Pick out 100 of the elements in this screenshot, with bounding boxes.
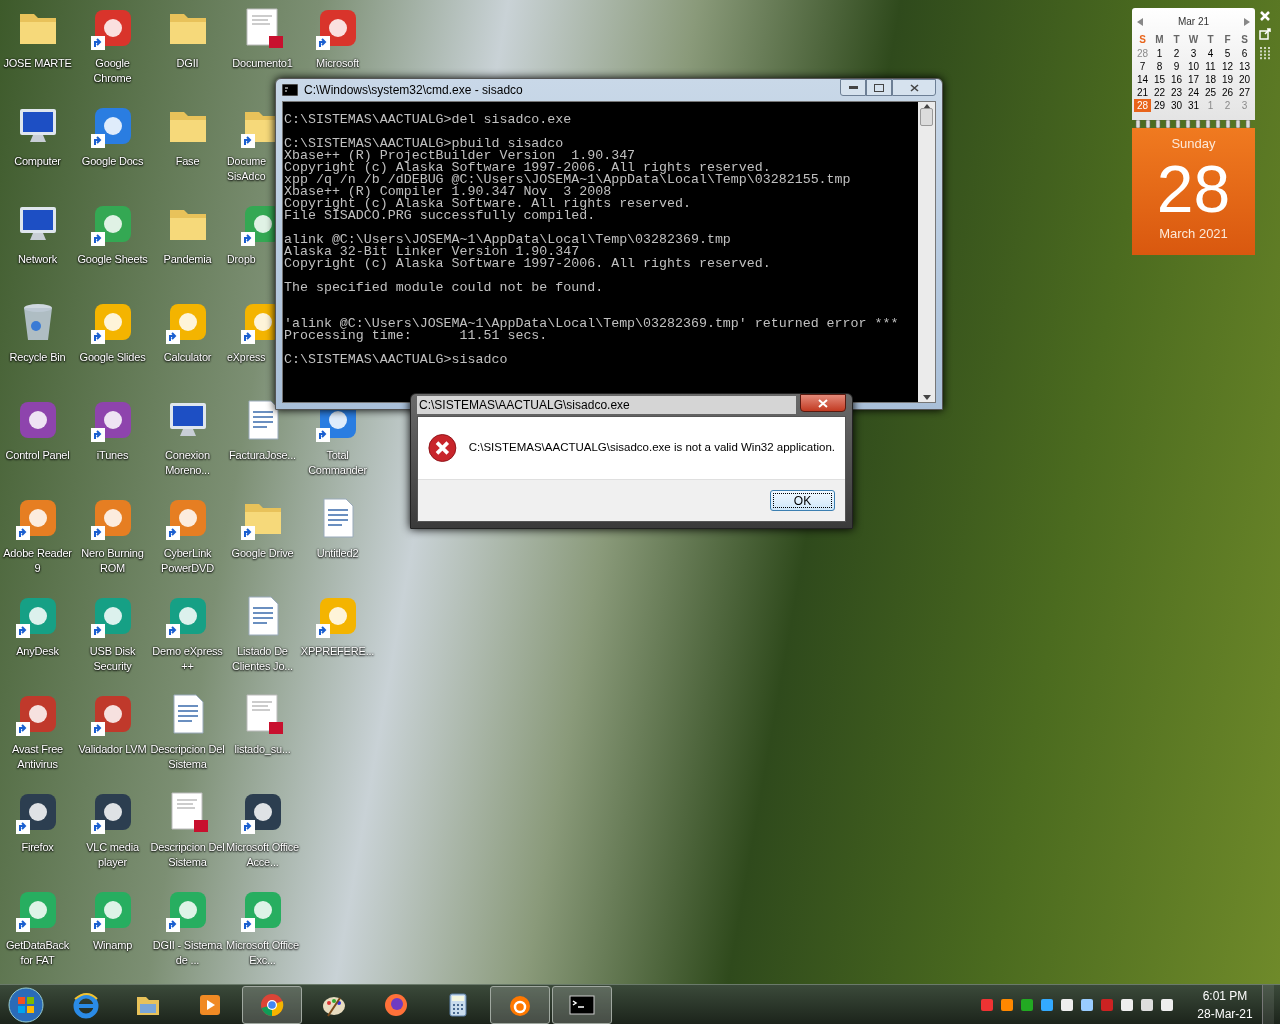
- show-desktop-button[interactable]: [1262, 984, 1274, 1024]
- icon-label[interactable]: Control Panel: [0, 448, 75, 463]
- calendar-day[interactable]: 28: [1134, 99, 1151, 112]
- calendar-day[interactable]: 1: [1151, 47, 1168, 60]
- icon-label[interactable]: Google Drive: [225, 546, 300, 561]
- icon-label[interactable]: Docume SisAdco: [225, 154, 273, 184]
- icon-label[interactable]: iTunes: [75, 448, 150, 463]
- calendar-day[interactable]: 15: [1151, 73, 1168, 86]
- taskbar-button[interactable]: [552, 985, 612, 1024]
- calendar-day[interactable]: 7: [1134, 60, 1151, 73]
- vertical-scrollbar[interactable]: [918, 102, 935, 402]
- icon-label[interactable]: Network: [0, 252, 75, 267]
- icon-label[interactable]: CyberLink PowerDVD: [150, 546, 225, 576]
- icon-label[interactable]: Nero Burning ROM: [75, 546, 150, 576]
- calendar-day[interactable]: 29: [1151, 99, 1168, 112]
- start-orb-icon[interactable]: [8, 986, 44, 1023]
- icon-label[interactable]: Descripcion Del Sistema: [150, 742, 225, 772]
- icon-label[interactable]: Computer: [0, 154, 75, 169]
- calendar-day[interactable]: 8: [1151, 60, 1168, 73]
- icon-label[interactable]: FacturaJose...: [225, 448, 300, 463]
- icon-label[interactable]: USB Disk Security: [75, 644, 150, 674]
- calendar-day[interactable]: 26: [1219, 86, 1236, 99]
- icon-label[interactable]: Google Slides: [75, 350, 150, 365]
- maximize-button[interactable]: [866, 79, 892, 96]
- calendar-day[interactable]: 28: [1134, 47, 1151, 60]
- calendar-day[interactable]: 24: [1185, 86, 1202, 99]
- calendar-day[interactable]: 5: [1219, 47, 1236, 60]
- calendar-day[interactable]: 2: [1168, 47, 1185, 60]
- error-message: C:\SISTEMAS\AACTUALG\sisadco.exe is not a valid Win32 application.: [468, 440, 835, 456]
- scrollbar-thumb[interactable]: [920, 108, 933, 126]
- icon-label[interactable]: Demo eXpress ++: [150, 644, 225, 674]
- clock-date[interactable]: 28-Mar-21: [1197, 1004, 1253, 1023]
- next-month-icon[interactable]: [1244, 17, 1250, 26]
- maximize-icon: [874, 83, 884, 92]
- calendar-day[interactable]: 10: [1185, 60, 1202, 73]
- icon-label[interactable]: JOSE MARTE: [0, 56, 75, 71]
- tray-icon[interactable]: [1080, 997, 1094, 1012]
- calendar-day[interactable]: 27: [1236, 86, 1253, 99]
- icon-label[interactable]: Calculator: [150, 350, 225, 365]
- calendar-day[interactable]: 30: [1168, 99, 1185, 112]
- icon-label[interactable]: Documento1: [225, 56, 300, 71]
- icon-label[interactable]: Pandemia: [150, 252, 225, 267]
- calendar-day[interactable]: 1: [1202, 99, 1219, 112]
- tray-icon[interactable]: [1160, 997, 1174, 1012]
- icon-label[interactable]: Google Sheets: [75, 252, 150, 267]
- tray-icon[interactable]: [1120, 997, 1134, 1012]
- close-button[interactable]: [800, 394, 846, 412]
- clock-time[interactable]: 6:01 PM: [1202, 986, 1248, 1005]
- icon-label[interactable]: Conexion Moreno...: [150, 448, 225, 478]
- calendar-day[interactable]: 2: [1219, 99, 1236, 112]
- icon-label[interactable]: Google Chrome: [75, 56, 150, 86]
- scroll-down-icon: [922, 395, 931, 400]
- calendar-day[interactable]: 25: [1202, 86, 1219, 99]
- icon-label[interactable]: GetDataBack for FAT: [0, 938, 75, 968]
- calendar-day[interactable]: 19: [1219, 73, 1236, 86]
- calendar-day[interactable]: 6: [1236, 47, 1253, 60]
- calendar-day[interactable]: 22: [1151, 86, 1168, 99]
- tray-icon[interactable]: [1140, 997, 1154, 1012]
- icon-label[interactable]: Descripcion Del Sistema: [150, 840, 225, 870]
- calendar-day[interactable]: 20: [1236, 73, 1253, 86]
- pop-out-icon[interactable]: [1259, 28, 1271, 40]
- taskbar-button[interactable]: [490, 985, 550, 1024]
- calendar-day[interactable]: 3: [1236, 99, 1253, 112]
- icon-label[interactable]: Google Docs: [75, 154, 150, 169]
- calendar-day[interactable]: 14: [1134, 73, 1151, 86]
- icon-label[interactable]: Winamp: [75, 938, 150, 953]
- icon-label[interactable]: eXpress: [225, 350, 273, 365]
- calendar-day[interactable]: 21: [1134, 86, 1151, 99]
- icon-label[interactable]: Adobe Reader 9: [0, 546, 75, 576]
- calendar-day[interactable]: 23: [1168, 86, 1185, 99]
- icon-label[interactable]: Avast Free Antivirus: [0, 742, 75, 772]
- calendar-day[interactable]: 18: [1202, 73, 1219, 86]
- calendar-day[interactable]: 17: [1185, 73, 1202, 86]
- close-icon[interactable]: [1259, 10, 1271, 22]
- icon-label[interactable]: Firefox: [0, 840, 75, 855]
- icon-label[interactable]: Dropb: [225, 252, 273, 267]
- icon-label[interactable]: Recycle Bin: [0, 350, 75, 365]
- icon-label[interactable]: DGII: [150, 56, 225, 71]
- calendar-day[interactable]: 31: [1185, 99, 1202, 112]
- minimize-button[interactable]: [840, 79, 866, 96]
- calendar-day[interactable]: 4: [1202, 47, 1219, 60]
- tray-icon[interactable]: [1040, 997, 1054, 1012]
- ok-button[interactable]: OK: [770, 490, 835, 511]
- calendar-day[interactable]: 11: [1202, 60, 1219, 73]
- icon-label[interactable]: AnyDesk: [0, 644, 75, 659]
- calendar-day[interactable]: 9: [1168, 60, 1185, 73]
- calendar-day[interactable]: 13: [1236, 60, 1253, 73]
- calendar-day[interactable]: 3: [1185, 47, 1202, 60]
- icon-label[interactable]: VLC media player: [75, 840, 150, 870]
- tray-icon[interactable]: [1000, 997, 1014, 1012]
- console-output: C:\SISTEMAS\AACTUALG>del sisadco.exe C:\SISTEMAS\AACTUALG>pbuild sisadco Xbase++ (R) ProjectBuilder Version 1.90.347 Copyright (c) Alaska Software 1997-2006. All rights reserved. xpp /q /n /b /dDEBUG @C:\Users\JOSEMA~1\AppData\Local\Temp\03282155.tmp Xbase++ (R) Compiler 1.90.347 Nov 3 2008 Copyright (c) Alaska Software. All rights reserved. File SISADCO.PRG successfully compiled. alink @C:\Users\JOSEMA~1\AppData\Local\Temp\03282369.tmp Alaska 32-Bit Linker Version 1.90.347 Copyright (c) Alaska Software 1997-2006. All rights reserved. The specified module could not be found. 'alink @C:\Users\JOSEMA~1\AppData\Local\Temp\03282369.tmp' returned error *** Processing time: 11.51 secs. C:\SISTEMAS\AACTUALG>sisadco: [283, 111, 900, 369]
- icon-label[interactable]: DGII - Sistema de ...: [150, 938, 225, 968]
- drag-grip-icon[interactable]: [1259, 46, 1271, 60]
- previous-month-icon[interactable]: [1137, 17, 1143, 26]
- calendar-day[interactable]: 16: [1168, 73, 1185, 86]
- icon-label[interactable]: Microsoft: [300, 56, 375, 71]
- icon-label[interactable]: Fase: [150, 154, 225, 169]
- calendar-day[interactable]: 12: [1219, 60, 1236, 73]
- tray-icon[interactable]: [1060, 997, 1074, 1012]
- icon-label[interactable]: Validador LVM: [75, 742, 150, 757]
